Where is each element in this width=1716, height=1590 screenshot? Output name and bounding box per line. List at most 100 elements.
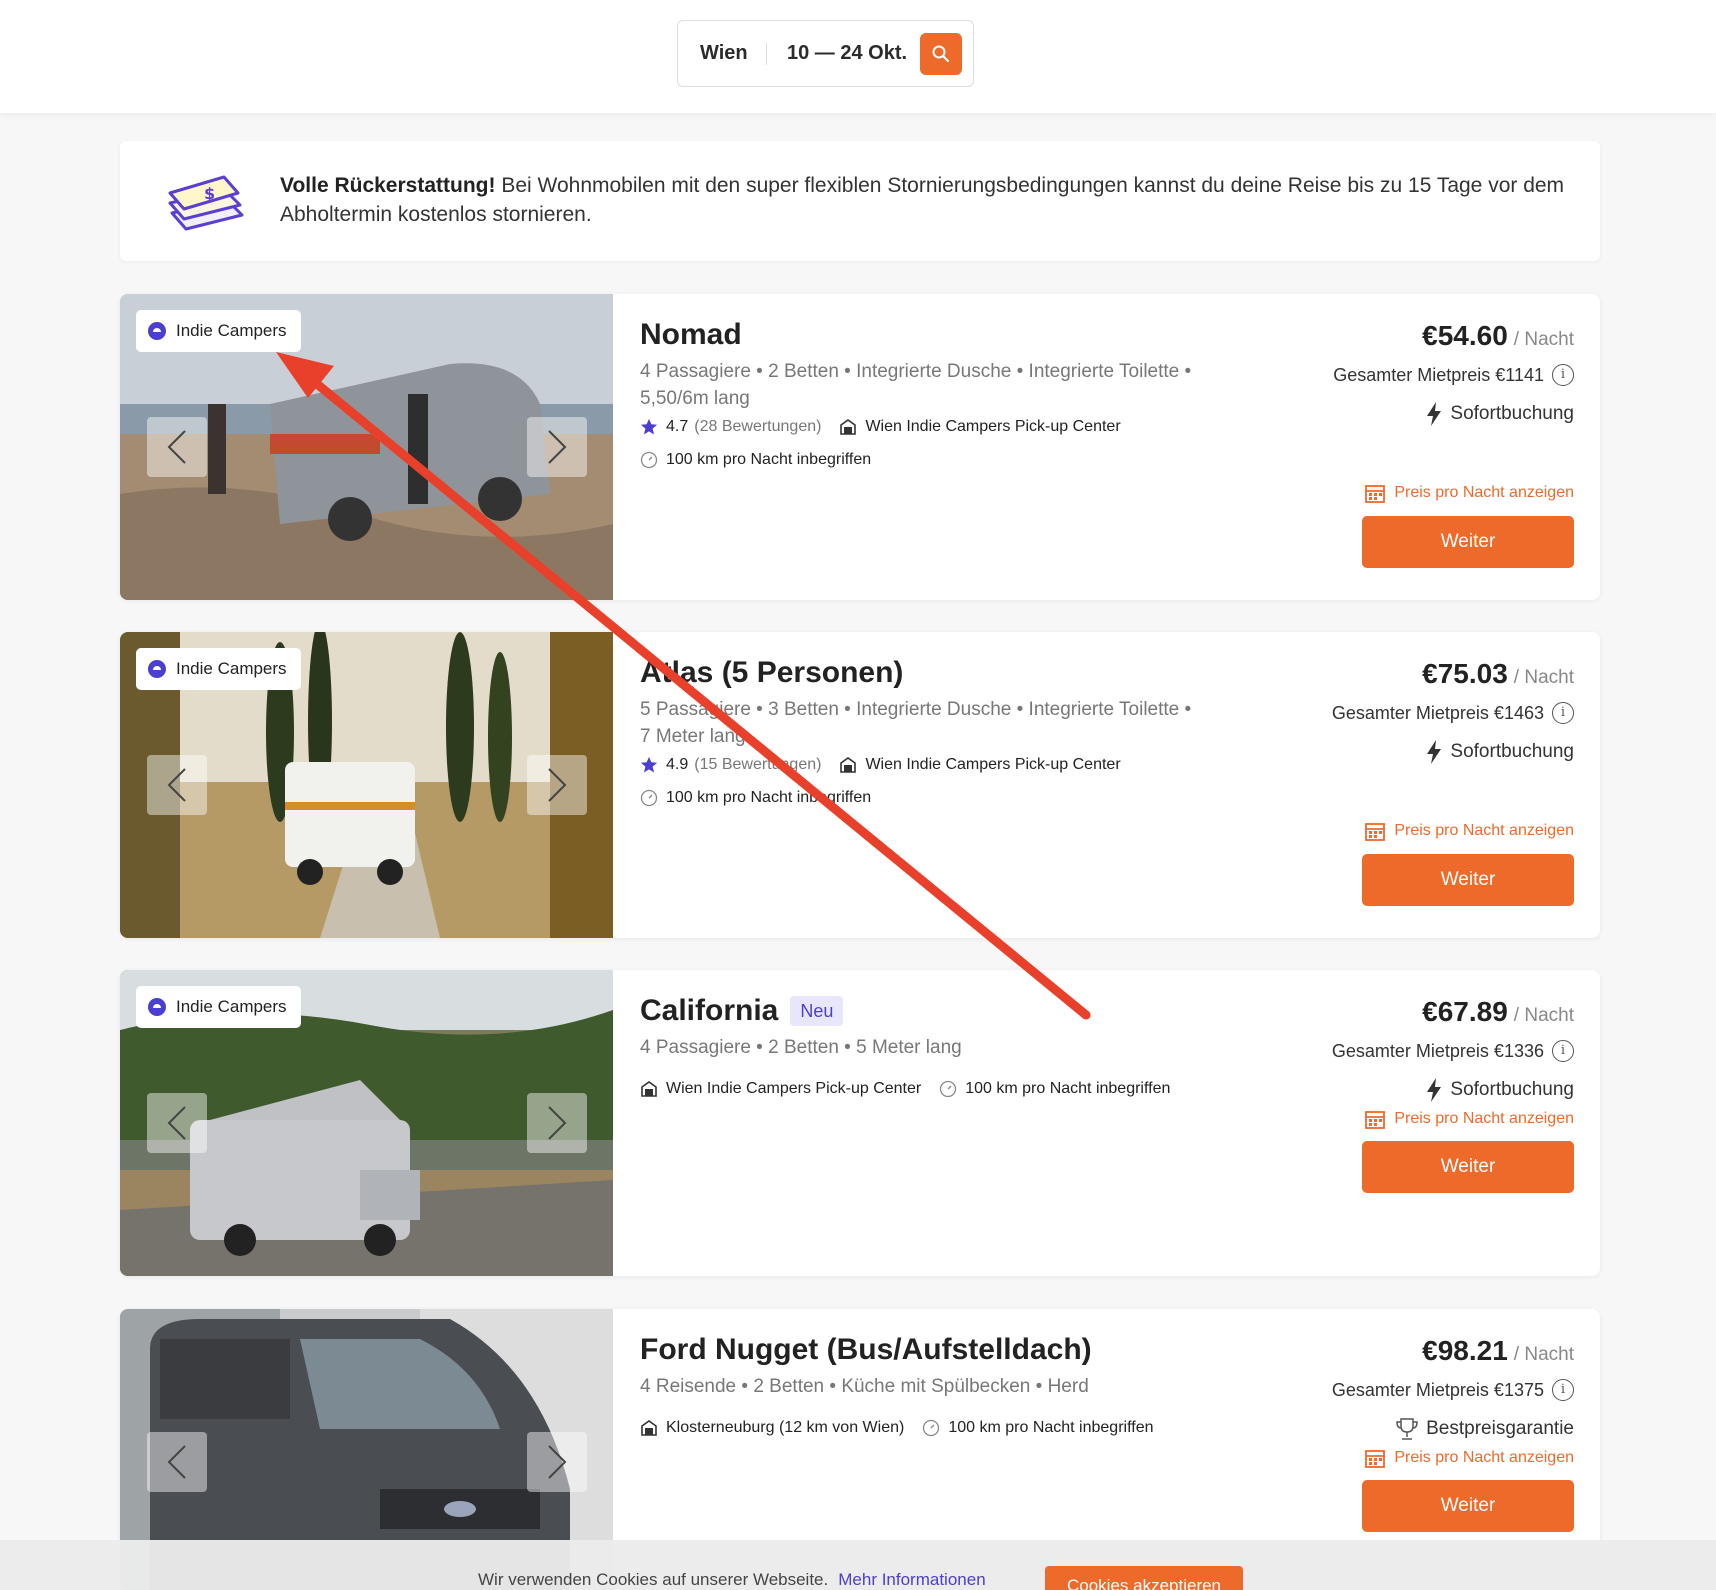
info-icon[interactable]: i: [1552, 1040, 1574, 1062]
photo-next-button[interactable]: [527, 1093, 587, 1153]
total-price: Gesamter Mietpreis €1375 i: [1332, 1379, 1574, 1401]
listing-meta-row: 4.7 (28 Bewertungen) Wien Indie Campers P…: [640, 418, 1121, 436]
search-box[interactable]: Wien 10 — 24 Okt.: [677, 20, 974, 87]
refund-title: Volle Rückerstattung!: [280, 174, 496, 197]
best-price-guarantee: Bestpreisgarantie: [1396, 1417, 1574, 1441]
price-unit: / Nacht: [1513, 1005, 1574, 1026]
info-icon[interactable]: i: [1552, 364, 1574, 386]
features-line: 5,50/6m lang: [640, 388, 750, 409]
total-price-text: Gesamter Mietpreis €1336: [1331, 1040, 1544, 1061]
search-city[interactable]: Wien: [678, 42, 766, 65]
mileage-text: 100 km pro Nacht inbegriffen: [666, 789, 872, 806]
listing-title-text[interactable]: Nomad: [640, 318, 742, 352]
listing-photo[interactable]: Indie Campers: [120, 294, 613, 600]
listing-photo[interactable]: Indie Campers: [120, 970, 613, 1276]
chevron-right-icon: [548, 768, 567, 802]
info-icon[interactable]: i: [1552, 702, 1574, 724]
listing-info: Nomad 4 Passagiere • 2 Betten • Integrie…: [640, 294, 1260, 600]
mileage-text: 100 km pro Nacht inbegriffen: [666, 451, 872, 468]
nightly-link-label[interactable]: Preis pro Nacht anzeigen: [1394, 1110, 1574, 1128]
chevron-left-icon: [167, 1106, 186, 1140]
instant-booking: Sofortbuchung: [1426, 402, 1574, 426]
speedometer-icon: [640, 451, 658, 469]
total-price: Gesamter Mietpreis €1336 i: [1332, 1040, 1574, 1062]
total-price-text: Gesamter Mietpreis €1463: [1331, 702, 1544, 723]
calendar-icon: [1365, 1450, 1386, 1468]
search-dates[interactable]: 10 — 24 Okt.: [787, 42, 907, 65]
nightly-link-label[interactable]: Preis pro Nacht anzeigen: [1394, 484, 1574, 502]
feature-label: Bestpreisgarantie: [1426, 1418, 1574, 1439]
lightning-icon: [1427, 740, 1442, 764]
nightly-link-label[interactable]: Preis pro Nacht anzeigen: [1394, 822, 1574, 840]
continue-button[interactable]: Weiter: [1362, 516, 1574, 568]
chevron-left-icon: [167, 1445, 186, 1479]
listing-title[interactable]: California Neu: [640, 994, 844, 1028]
total-price: Gesamter Mietpreis €1141 i: [1333, 364, 1574, 386]
info-icon[interactable]: i: [1552, 1379, 1574, 1401]
rating-value: 4.7: [666, 418, 689, 435]
listing-meta-row: 4.9 (15 Bewertungen) Wien Indie Campers P…: [640, 756, 1121, 774]
listing-mileage-row: 100 km pro Nacht inbegriffen: [640, 451, 871, 469]
listing-title-text[interactable]: Ford Nugget (Bus/Aufstelldach): [640, 1333, 1092, 1367]
indie-campers-logo-icon: [148, 322, 166, 340]
listing-price-column: €54.60/ Nacht Gesamter Mietpreis €1141 i …: [1274, 294, 1574, 600]
continue-button[interactable]: Weiter: [1362, 854, 1574, 906]
continue-button[interactable]: Weiter: [1362, 1141, 1574, 1193]
price-per-night: €98.21/ Nacht: [1422, 1335, 1574, 1367]
photo-prev-button[interactable]: [147, 1432, 207, 1492]
mileage-text: 100 km pro Nacht inbegriffen: [965, 1080, 1171, 1097]
continue-button[interactable]: Weiter: [1362, 1480, 1574, 1532]
search-button[interactable]: [920, 33, 962, 75]
nightly-price-link[interactable]: Preis pro Nacht anzeigen: [1364, 1108, 1574, 1130]
listing-card-nomad[interactable]: Indie Campers Nomad 4 Passagiere • 2 Bet…: [120, 294, 1600, 600]
review-count[interactable]: (28 Bewertungen): [694, 418, 821, 436]
nightly-price-link[interactable]: Preis pro Nacht anzeigen: [1364, 1447, 1574, 1469]
badge-label: Indie Campers: [176, 997, 287, 1016]
price-per-night: €67.89/ Nacht: [1422, 996, 1574, 1028]
money-stack-icon: $: [168, 175, 244, 231]
price-unit: / Nacht: [1513, 1344, 1574, 1365]
garage-icon: [641, 1420, 657, 1436]
photo-next-button[interactable]: [527, 1432, 587, 1492]
star-icon: [640, 418, 658, 435]
pickup-location: Wien Indie Campers Pick-up Center: [865, 418, 1121, 435]
price-per-night: €75.03/ Nacht: [1422, 658, 1574, 690]
calendar-icon: [1365, 1111, 1386, 1129]
listing-photo[interactable]: Indie Campers: [120, 632, 613, 938]
feature-label: Sofortbuchung: [1450, 403, 1574, 424]
review-count[interactable]: (15 Bewertungen): [694, 756, 821, 774]
listing-title-text[interactable]: California: [640, 994, 778, 1028]
photo-prev-button[interactable]: [147, 755, 207, 815]
listing-price-column: €67.89/ Nacht Gesamter Mietpreis €1336 i …: [1274, 970, 1574, 1276]
listing-title[interactable]: Atlas (5 Personen): [640, 656, 903, 690]
photo-prev-button[interactable]: [147, 417, 207, 477]
listing-info: Atlas (5 Personen) 5 Passagiere • 3 Bett…: [640, 632, 1260, 938]
listing-card-california[interactable]: Indie Campers California Neu 4 Passagiere…: [120, 970, 1600, 1276]
price-unit: / Nacht: [1513, 329, 1574, 350]
listing-card-atlas[interactable]: Indie Campers Atlas (5 Personen) 5 Passa…: [120, 632, 1600, 938]
nightly-price-link[interactable]: Preis pro Nacht anzeigen: [1364, 820, 1574, 842]
nightly-price-link[interactable]: Preis pro Nacht anzeigen: [1364, 482, 1574, 504]
pickup-location: Klosterneuburg (12 km von Wien): [666, 1419, 905, 1436]
photo-next-button[interactable]: [527, 417, 587, 477]
top-bar: Wien 10 — 24 Okt.: [0, 0, 1716, 113]
photo-next-button[interactable]: [527, 755, 587, 815]
features-line: 4 Reisende • 2 Betten • Küche mit Spülbe…: [640, 1376, 1089, 1397]
features-line: 7 Meter lang: [640, 726, 746, 747]
svg-text:$: $: [204, 184, 215, 203]
instant-booking: Sofortbuchung: [1426, 1078, 1574, 1102]
accept-cookies-button[interactable]: Cookies akzeptieren: [1045, 1566, 1243, 1590]
listing-title-text[interactable]: Atlas (5 Personen): [640, 656, 903, 690]
indie-campers-logo-icon: [148, 660, 166, 678]
listing-features: 4 Reisende • 2 Betten • Küche mit Spülbe…: [640, 1373, 1260, 1400]
total-price-text: Gesamter Mietpreis €1141: [1333, 364, 1544, 385]
photo-prev-button[interactable]: [147, 1093, 207, 1153]
lightning-icon: [1427, 402, 1442, 426]
refund-banner: $ Volle Rückerstattung! Bei Wohnmobilen …: [120, 141, 1600, 261]
instant-booking: Sofortbuchung: [1426, 740, 1574, 764]
listing-title[interactable]: Nomad: [640, 318, 742, 352]
new-tag: Neu: [790, 996, 844, 1026]
listing-title[interactable]: Ford Nugget (Bus/Aufstelldach): [640, 1333, 1092, 1367]
cookie-more-info-link[interactable]: Mehr Informationen: [838, 1570, 985, 1589]
nightly-link-label[interactable]: Preis pro Nacht anzeigen: [1394, 1449, 1574, 1467]
